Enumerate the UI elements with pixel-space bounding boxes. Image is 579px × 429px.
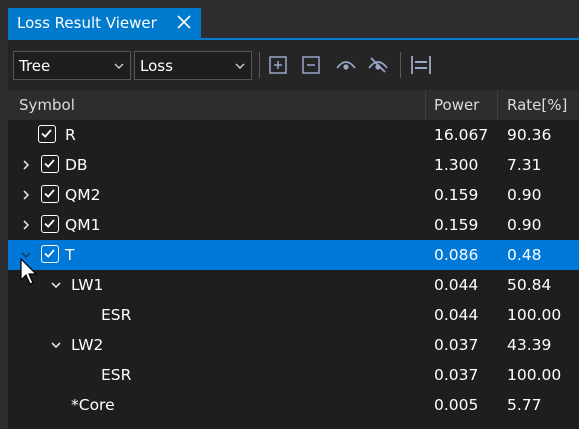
table-row[interactable]: QM1 0.159 0.90: [8, 210, 579, 240]
row-rate: 50.84: [507, 276, 552, 294]
row-checkbox[interactable]: [38, 125, 56, 143]
collapse-all-icon[interactable]: [299, 53, 323, 77]
table-row[interactable]: ESR 0.037 100.00: [8, 360, 579, 390]
row-rate: 90.36: [507, 126, 552, 144]
row-checkbox[interactable]: [41, 155, 59, 173]
row-symbol: QM2: [65, 186, 101, 204]
chevron-down-icon: [114, 63, 124, 69]
result-type-value: Loss: [140, 56, 173, 75]
chevron-down-icon[interactable]: [51, 340, 61, 350]
row-rate: 0.48: [507, 246, 542, 264]
table-row[interactable]: *Core 0.005 5.77: [8, 390, 579, 420]
mouse-cursor-icon: [20, 258, 38, 285]
tab-bar: Loss Result Viewer: [0, 0, 579, 38]
row-rate: 100.00: [507, 306, 562, 324]
chevron-down-icon: [235, 63, 245, 69]
fit-columns-icon[interactable]: [409, 53, 433, 77]
table-row[interactable]: LW2 0.037 43.39: [8, 330, 579, 360]
chevron-right-icon[interactable]: [21, 220, 31, 230]
checkmark-icon: [41, 129, 52, 138]
row-symbol: *Core: [71, 396, 115, 414]
table-row[interactable]: DB 1.300 7.31: [8, 150, 579, 180]
hide-icon[interactable]: [366, 53, 390, 77]
column-rate[interactable]: Rate[%]: [507, 90, 567, 120]
row-power: 0.037: [434, 336, 479, 354]
row-rate: 5.77: [507, 396, 542, 414]
toolbar-separator: [400, 52, 401, 78]
column-divider[interactable]: [497, 90, 498, 120]
toolbar: Tree Loss: [8, 40, 579, 90]
viewer-panel: Tree Loss Symbol Power Rate[%] R 16.067 …: [8, 38, 579, 429]
row-symbol: ESR: [101, 306, 132, 324]
result-type-select[interactable]: Loss: [134, 51, 252, 80]
row-rate: 43.39: [507, 336, 552, 354]
row-power: 0.005: [434, 396, 479, 414]
row-power: 0.159: [434, 216, 479, 234]
view-mode-value: Tree: [19, 56, 51, 75]
view-mode-select[interactable]: Tree: [13, 51, 131, 80]
column-symbol[interactable]: Symbol: [19, 90, 75, 120]
table-row[interactable]: ESR 0.044 100.00: [8, 300, 579, 330]
row-rate: 7.31: [507, 156, 542, 174]
chevron-down-icon[interactable]: [51, 280, 61, 290]
row-power: 1.300: [434, 156, 479, 174]
expand-all-icon[interactable]: [266, 53, 290, 77]
table-row[interactable]: T 0.086 0.48: [8, 240, 579, 270]
chevron-right-icon[interactable]: [21, 160, 31, 170]
checkmark-icon: [44, 159, 55, 168]
checkmark-icon: [44, 189, 55, 198]
row-power: 0.159: [434, 186, 479, 204]
row-checkbox[interactable]: [41, 215, 59, 233]
row-symbol: DB: [65, 156, 88, 174]
row-power: 0.044: [434, 276, 479, 294]
table-row[interactable]: R 16.067 90.36: [8, 120, 579, 150]
column-header: Symbol Power Rate[%]: [8, 90, 579, 120]
row-symbol: QM1: [65, 216, 101, 234]
show-icon[interactable]: [334, 53, 358, 77]
column-power[interactable]: Power: [434, 90, 479, 120]
row-power: 16.067: [434, 126, 489, 144]
toolbar-separator: [259, 52, 260, 78]
row-symbol: LW1: [71, 276, 104, 294]
checkmark-icon: [44, 219, 55, 228]
row-power: 0.044: [434, 306, 479, 324]
row-checkbox[interactable]: [41, 245, 59, 263]
row-rate: 100.00: [507, 366, 562, 384]
row-symbol: T: [65, 246, 75, 264]
checkmark-icon: [44, 249, 55, 258]
chevron-right-icon[interactable]: [21, 190, 31, 200]
column-divider[interactable]: [425, 90, 426, 120]
row-checkbox[interactable]: [41, 185, 59, 203]
table-row[interactable]: QM2 0.159 0.90: [8, 180, 579, 210]
tab-loss-result-viewer[interactable]: Loss Result Viewer: [8, 8, 201, 38]
close-icon[interactable]: [177, 15, 191, 29]
tab-title: Loss Result Viewer: [17, 14, 157, 32]
row-symbol: LW2: [71, 336, 104, 354]
row-rate: 0.90: [507, 216, 542, 234]
table-row[interactable]: LW1 0.044 50.84: [8, 270, 579, 300]
row-power: 0.086: [434, 246, 479, 264]
row-symbol: ESR: [101, 366, 132, 384]
row-power: 0.037: [434, 366, 479, 384]
row-symbol: R: [65, 126, 76, 144]
row-rate: 0.90: [507, 186, 542, 204]
